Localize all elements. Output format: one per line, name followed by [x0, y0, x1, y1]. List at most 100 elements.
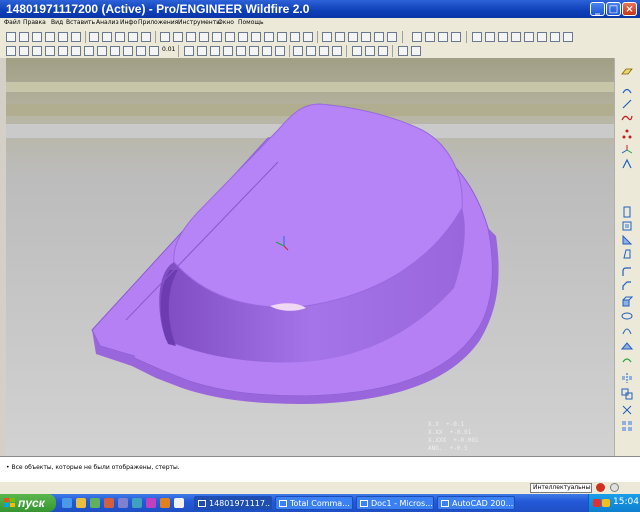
- task-word-doc[interactable]: Doc1 - Micros...: [356, 496, 434, 510]
- regenerate-icon[interactable]: [160, 32, 170, 42]
- view-list-icon[interactable]: [524, 32, 534, 42]
- email-icon[interactable]: [71, 32, 81, 42]
- revolve-icon[interactable]: [32, 46, 42, 56]
- close-button[interactable]: ×: [622, 2, 637, 16]
- hole-icon[interactable]: [71, 46, 81, 56]
- web-browser-icon[interactable]: [398, 46, 408, 56]
- variable-sweep-icon[interactable]: [621, 324, 633, 336]
- menu-insert[interactable]: Вставить: [66, 19, 95, 26]
- display-style-icon[interactable]: [563, 32, 573, 42]
- datum-plane-icon[interactable]: [621, 66, 633, 78]
- pattern-icon[interactable]: [184, 46, 194, 56]
- datum-axis-icon[interactable]: [621, 84, 633, 96]
- draft-icon[interactable]: [110, 46, 120, 56]
- solidify-icon[interactable]: [275, 46, 285, 56]
- zoom-minus-icon[interactable]: [485, 32, 495, 42]
- tray-volume-icon[interactable]: [602, 499, 610, 507]
- layer-tree-icon[interactable]: [550, 32, 560, 42]
- trim-tool-icon[interactable]: [621, 404, 633, 416]
- boundary-blend-icon[interactable]: [621, 340, 633, 352]
- pan-icon[interactable]: [511, 32, 521, 42]
- minimize-button[interactable]: _: [590, 2, 605, 16]
- quicklaunch-app-icon[interactable]: [146, 498, 156, 508]
- orient-mode-icon[interactable]: [212, 32, 222, 42]
- coordinate-systems-icon[interactable]: [451, 32, 461, 42]
- datum-curve-icon[interactable]: [621, 98, 633, 110]
- task-proengineer[interactable]: 14801971117...: [194, 496, 272, 510]
- quicklaunch-desktop-icon[interactable]: [62, 498, 72, 508]
- extrude-tool-icon[interactable]: [621, 296, 633, 308]
- measure-icon[interactable]: [332, 46, 342, 56]
- zoom-in-icon[interactable]: [225, 32, 235, 42]
- analysis-feature-icon[interactable]: [621, 158, 633, 170]
- analysis-icon[interactable]: [319, 46, 329, 56]
- task-total-commander[interactable]: Total Comma...: [275, 496, 353, 510]
- datum-axes-icon[interactable]: [425, 32, 435, 42]
- save-copy-icon[interactable]: [45, 32, 55, 42]
- appearance-icon[interactable]: [293, 46, 303, 56]
- save-icon[interactable]: [32, 32, 42, 42]
- shell-tool-icon[interactable]: [621, 220, 633, 232]
- quicklaunch-app-icon[interactable]: [174, 498, 184, 508]
- repaint-icon[interactable]: [186, 32, 196, 42]
- window-list-icon[interactable]: [378, 46, 388, 56]
- quicklaunch-app-icon[interactable]: [90, 498, 100, 508]
- window-activate-icon[interactable]: [365, 46, 375, 56]
- model-tree-icon[interactable]: [374, 32, 384, 42]
- find-icon[interactable]: [173, 32, 183, 42]
- menu-edit[interactable]: Правка: [23, 19, 46, 26]
- pattern-tool-icon[interactable]: [621, 420, 633, 432]
- extend-icon[interactable]: [236, 46, 246, 56]
- thicken-icon[interactable]: [262, 46, 272, 56]
- whats-this-icon[interactable]: [411, 46, 421, 56]
- merge-icon[interactable]: [210, 46, 220, 56]
- sweep-icon[interactable]: [45, 46, 55, 56]
- reorient-icon[interactable]: [264, 32, 274, 42]
- tray-app-icon[interactable]: [593, 499, 601, 507]
- shell-icon[interactable]: [84, 46, 94, 56]
- merge-tool-icon[interactable]: [621, 388, 633, 400]
- context-help-icon[interactable]: [387, 32, 397, 42]
- zoom-out-icon[interactable]: [238, 32, 248, 42]
- zoom-window-icon[interactable]: [472, 32, 482, 42]
- revolve-tool-icon[interactable]: [621, 310, 633, 322]
- copy-icon[interactable]: [128, 32, 138, 42]
- mirror-icon[interactable]: [197, 46, 207, 56]
- quicklaunch-explorer-icon[interactable]: [76, 498, 86, 508]
- datum-planes-icon[interactable]: [412, 32, 422, 42]
- datum-points-icon[interactable]: [438, 32, 448, 42]
- start-button[interactable]: пуск: [0, 494, 56, 512]
- precision-icon[interactable]: [149, 46, 159, 56]
- saved-views-icon[interactable]: [277, 32, 287, 42]
- hole-tool-icon[interactable]: [621, 206, 633, 218]
- sketched-curve-icon[interactable]: [621, 112, 633, 124]
- menu-info[interactable]: Инфо: [120, 19, 137, 26]
- hidden-line-icon[interactable]: [335, 32, 345, 42]
- draft-tool-icon[interactable]: [621, 248, 633, 260]
- maximize-button[interactable]: □: [606, 2, 621, 16]
- spin-center-icon[interactable]: [199, 32, 209, 42]
- menu-file[interactable]: Файл: [4, 19, 21, 26]
- stop-icon[interactable]: [596, 483, 605, 492]
- trim-icon[interactable]: [223, 46, 233, 56]
- menu-applications[interactable]: Приложения: [138, 19, 178, 26]
- task-autocad[interactable]: AutoCAD 200...: [437, 496, 515, 510]
- layers-icon[interactable]: [290, 32, 300, 42]
- menu-analysis[interactable]: Анализ: [96, 19, 119, 26]
- chamfer-icon[interactable]: [136, 46, 146, 56]
- menu-view[interactable]: Вид: [51, 19, 63, 26]
- menu-tools[interactable]: Инструменты: [178, 19, 221, 26]
- spin-icon[interactable]: [306, 46, 316, 56]
- rib-tool-icon[interactable]: [621, 234, 633, 246]
- blend-icon[interactable]: [58, 46, 68, 56]
- menu-help[interactable]: Помощь: [238, 19, 264, 26]
- paste-icon[interactable]: [141, 32, 151, 42]
- extrude-icon[interactable]: [19, 46, 29, 56]
- window-close-icon[interactable]: [352, 46, 362, 56]
- selection-filter[interactable]: Интеллектуальный: [530, 483, 592, 493]
- open-file-icon[interactable]: [19, 32, 29, 42]
- round-icon[interactable]: [123, 46, 133, 56]
- new-file-icon[interactable]: [6, 32, 16, 42]
- fit-all-icon[interactable]: [498, 32, 508, 42]
- menu-window[interactable]: Окно: [218, 19, 234, 26]
